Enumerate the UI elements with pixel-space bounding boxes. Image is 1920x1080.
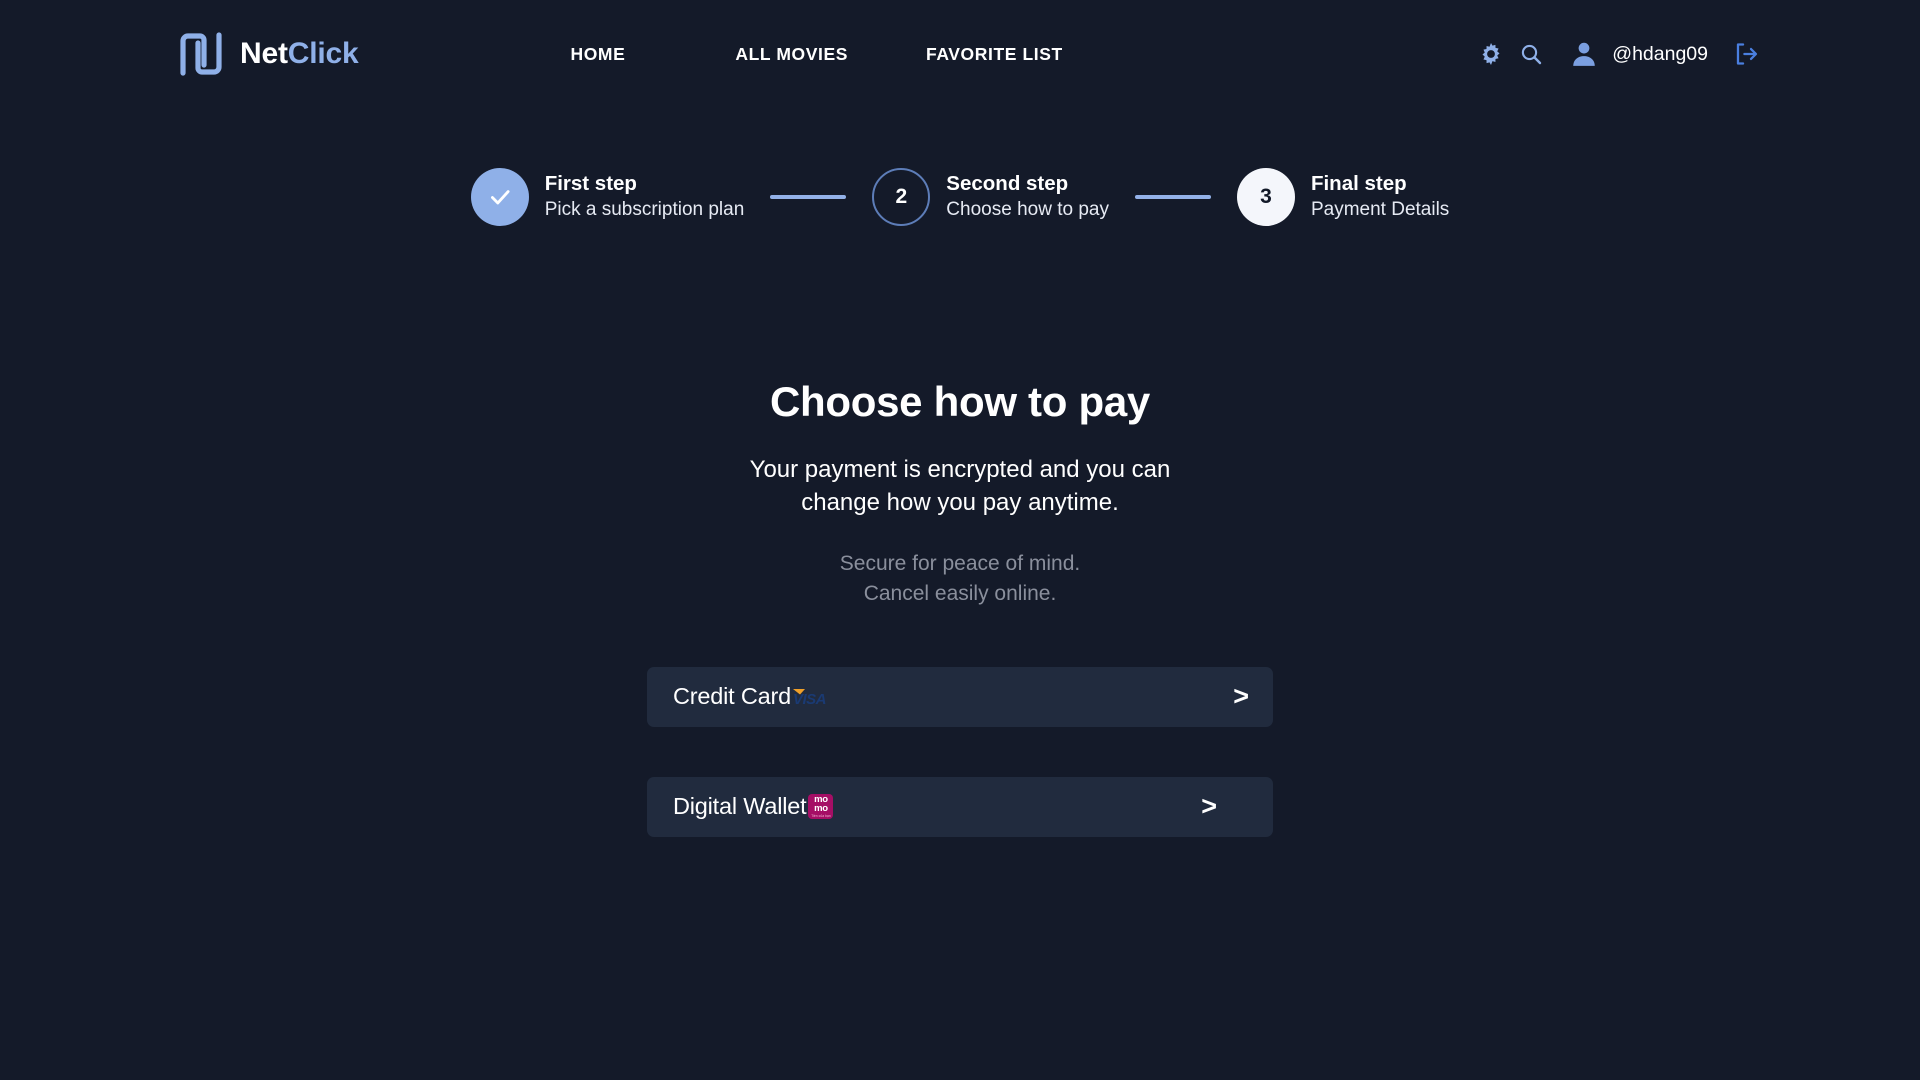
step-final-texts: Final step Payment Details (1311, 172, 1449, 222)
username-label[interactable]: @hdang09 (1612, 43, 1708, 66)
payment-options-list: Credit Card VISA > Digital Wallet mo mo … (647, 666, 1273, 837)
step-connector-2 (1134, 195, 1211, 199)
payment-option-digital-wallet[interactable]: Digital Wallet mo mo Tiền của bạn > (647, 776, 1273, 837)
step-first-subtitle: Pick a subscription plan (544, 199, 745, 221)
payment-option-digital-wallet-left: Digital Wallet mo mo Tiền của bạn (673, 793, 834, 820)
step-first-texts: First step Pick a subscription plan (545, 172, 745, 222)
step-first-marker (470, 168, 529, 226)
step-final-title: Final step (1310, 171, 1407, 195)
payment-option-credit-card-chevron-icon: > (1233, 681, 1249, 712)
step-second-texts: Second step Choose how to pay (946, 172, 1109, 222)
brand-name: NetClick (240, 37, 359, 71)
page-description: Your payment is encrypted and you can ch… (749, 456, 1171, 517)
step-second[interactable]: 2 Second step Choose how to pay (872, 168, 1109, 226)
payment-option-credit-card-label: Credit Card (673, 683, 791, 710)
checkout-stepper: First step Pick a subscription plan 2 Se… (0, 168, 1920, 226)
step-connector-1 (770, 195, 847, 199)
step-first[interactable]: First step Pick a subscription plan (470, 168, 745, 226)
main-navigation: HOME ALL MOVIES FAVORITE LIST (570, 36, 1062, 73)
step-final-subtitle: Payment Details (1310, 199, 1450, 221)
nav-item-favorite-list[interactable]: FAVORITE LIST (926, 36, 1063, 73)
payment-method-section: Choose how to pay Your payment is encryp… (0, 378, 1920, 837)
netclick-n-logo-icon (176, 29, 226, 79)
payment-option-credit-card-left: Credit Card VISA (673, 683, 840, 710)
page-title: Choose how to pay (770, 378, 1150, 425)
user-avatar-icon[interactable] (1568, 38, 1600, 70)
nav-item-all-movies[interactable]: ALL MOVIES (735, 36, 848, 73)
step-second-title: Second step (946, 171, 1069, 195)
brand-name-part2: Click (287, 37, 359, 70)
momo-logo-tagline: Tiền của bạn (811, 814, 831, 819)
page-note: Secure for peace of mind. Cancel easily … (840, 549, 1080, 609)
header-actions: @hdang09 (1476, 0, 1760, 108)
page-note-line1: Secure for peace of mind. (839, 552, 1081, 576)
payment-option-digital-wallet-chevron-icon: > (1201, 791, 1217, 822)
step-final-marker: 3 (1236, 168, 1295, 226)
visa-logo-icon: VISA (792, 684, 840, 710)
payment-option-digital-wallet-label: Digital Wallet (673, 793, 807, 820)
step-first-title: First step (544, 171, 637, 195)
step-second-marker: 2 (872, 168, 931, 226)
step-second-subtitle: Choose how to pay (946, 199, 1109, 221)
app-root: NetClick HOME ALL MOVIES FAVORITE LIST @… (0, 0, 1920, 1080)
top-navbar: NetClick HOME ALL MOVIES FAVORITE LIST @… (0, 0, 1920, 108)
logout-icon[interactable] (1732, 40, 1760, 68)
brand-name-part1: Net (240, 37, 288, 70)
step-final[interactable]: 3 Final step Payment Details (1236, 168, 1449, 226)
nav-item-home[interactable]: HOME (570, 36, 625, 73)
search-icon[interactable] (1516, 39, 1546, 69)
page-note-line2: Cancel easily online. (863, 582, 1057, 606)
svg-text:VISA: VISA (793, 691, 826, 708)
brand-logo-link[interactable]: NetClick (176, 29, 359, 79)
momo-logo-icon: mo mo Tiền của bạn (808, 794, 834, 820)
momo-logo-line2: mo (814, 803, 828, 815)
gear-icon[interactable] (1476, 39, 1506, 69)
payment-option-credit-card[interactable]: Credit Card VISA > (647, 666, 1273, 727)
